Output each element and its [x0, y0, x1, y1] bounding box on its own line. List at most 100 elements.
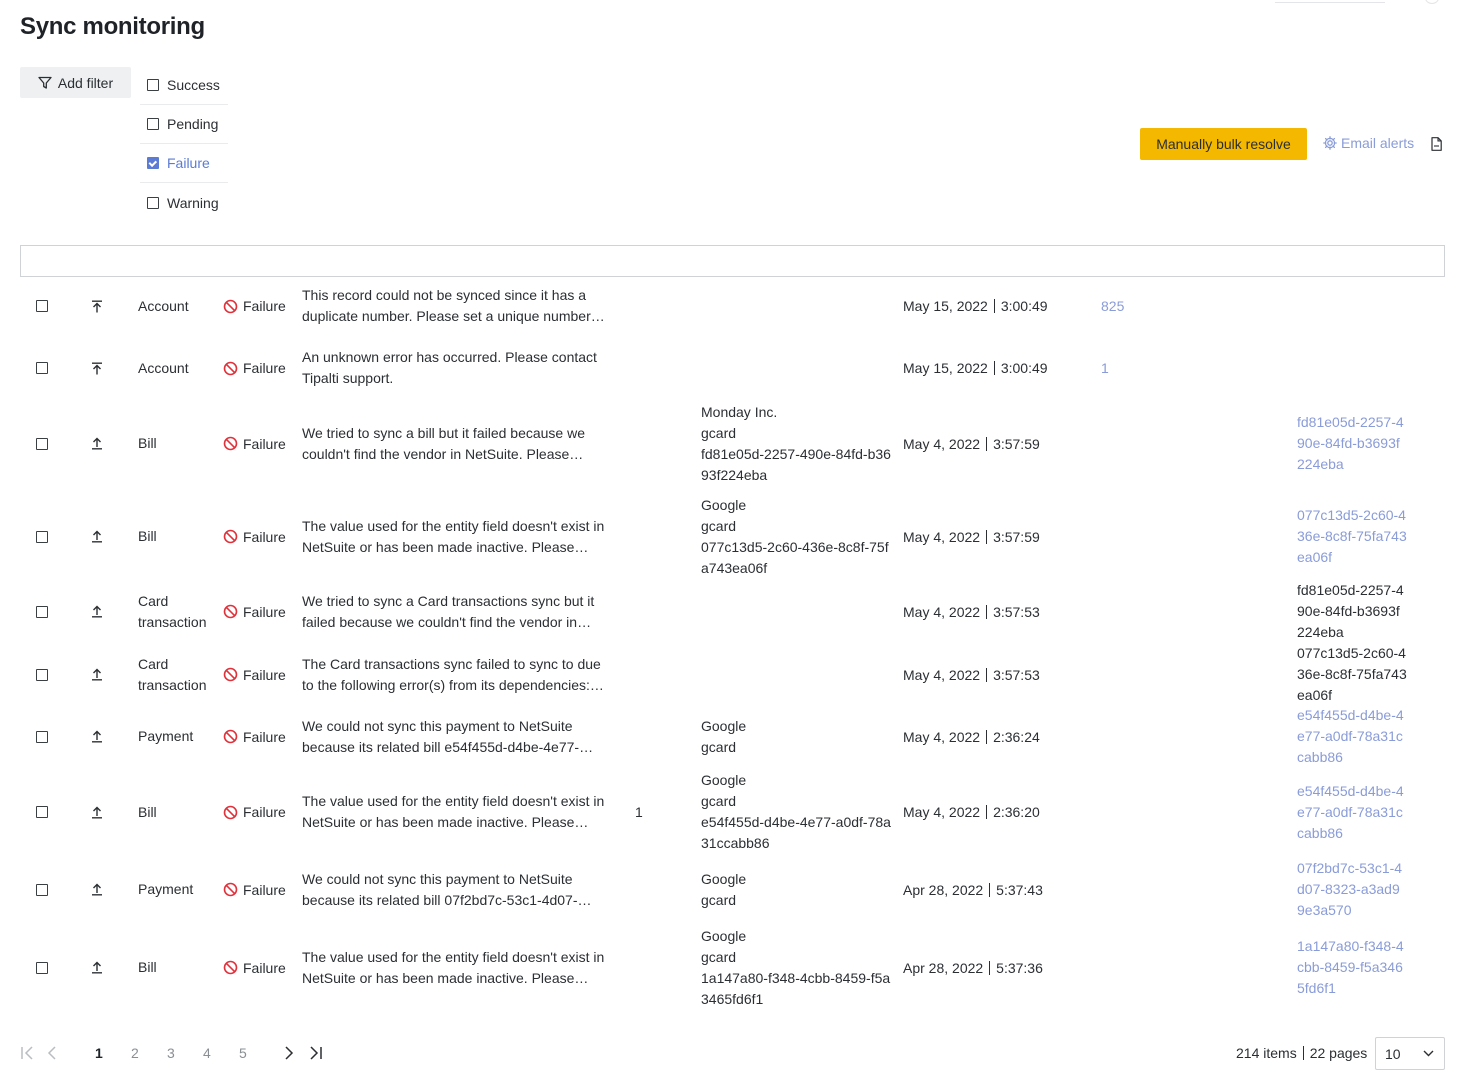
- email-alerts-label: Email alerts: [1341, 135, 1415, 151]
- table-row[interactable]: Bill Failure The value used for the entity…: [20, 767, 1445, 857]
- sync-timestamp: Apr 28, 2022 5:37:43: [903, 858, 1043, 921]
- sync-date: May 4, 2022: [903, 603, 981, 620]
- reference-link[interactable]: 077c13d5-2c60-436e-8c8f-75fa743ea06f: [1297, 490, 1407, 583]
- status-filter-label: Pending: [167, 116, 219, 132]
- reference-link[interactable]: e54f455d-d4be-4e77-a0df-78a31ccabb86: [1297, 705, 1407, 768]
- row-checkbox[interactable]: [36, 730, 48, 743]
- export-document-icon[interactable]: [1431, 137, 1442, 151]
- error-message[interactable]: The value used for the entity field does…: [302, 490, 612, 583]
- sync-time: 2:36:24: [993, 728, 1040, 745]
- direction-cell: [91, 858, 103, 921]
- email-alerts-link[interactable]: Email alerts: [1323, 135, 1414, 151]
- page-4[interactable]: 4: [203, 1045, 211, 1061]
- reference-link[interactable]: 07f2bd7c-53c1-4d07-8323-a3ad99e3a570: [1297, 858, 1407, 921]
- entity-line: gcard: [701, 891, 737, 908]
- entity-line: 1a147a80-f348-4cbb-8459-f5a3465fd6f1: [701, 969, 891, 1007]
- add-filter-button[interactable]: Add filter: [20, 67, 131, 98]
- first-page-icon[interactable]: [20, 1044, 36, 1062]
- entity-line: gcard: [701, 793, 737, 809]
- add-filter-label: Add filter: [57, 74, 114, 91]
- direction-cell: [91, 580, 103, 643]
- page-3[interactable]: 3: [167, 1045, 175, 1061]
- error-message[interactable]: This record could not be synced since it…: [302, 277, 612, 335]
- checkbox[interactable]: [147, 79, 159, 91]
- entity-cell: Google gcard e54f455d-d4be-4e77-a0df-78a31…: [701, 767, 891, 857]
- sync-date: May 4, 2022: [903, 435, 981, 452]
- reference-link[interactable]: 1a147a80-f348-4cbb-8459-f5a3465fd6f1: [1297, 920, 1407, 1015]
- entity-line: Google: [701, 496, 747, 513]
- error-message[interactable]: We tried to sync a bill but it failed be…: [302, 397, 612, 490]
- reference-link[interactable]: fd81e05d-2257-490e-84fd-b3693f224eba: [1297, 397, 1407, 490]
- row-checkbox[interactable]: [36, 961, 48, 974]
- status-filter-label: Failure: [167, 155, 210, 171]
- error-message[interactable]: The value used for the entity field does…: [302, 767, 612, 857]
- status-cell: Failure: [223, 705, 286, 768]
- table-row[interactable]: Account Failure This record could not be s…: [20, 277, 1445, 335]
- sync-date: Apr 28, 2022: [903, 959, 984, 976]
- status-filter-success[interactable]: Success: [140, 66, 228, 105]
- status-cell: Failure: [223, 858, 286, 921]
- direction-cell: [91, 339, 103, 397]
- sync-timestamp: Apr 28, 2022 5:37:36: [903, 920, 1043, 1015]
- row-checkbox[interactable]: [36, 668, 48, 681]
- upload-icon: [92, 530, 102, 543]
- row-checkbox[interactable]: [36, 806, 48, 818]
- record-id-link[interactable]: 825: [1101, 277, 1124, 335]
- page-title: Sync monitoring: [20, 13, 205, 40]
- page-5[interactable]: 5: [239, 1045, 247, 1061]
- manually-bulk-resolve-button[interactable]: Manually bulk resolve: [1140, 128, 1307, 160]
- status-filter-failure[interactable]: Failure: [140, 144, 228, 183]
- row-checkbox[interactable]: [36, 605, 48, 618]
- table-row[interactable]: Bill Failure The value used for the entity…: [20, 920, 1445, 1015]
- page-2[interactable]: 2: [131, 1045, 139, 1061]
- row-select-cell: [36, 397, 48, 490]
- entity-line: fd81e05d-2257-490e-84fd-b3693f224eba: [701, 445, 891, 483]
- row-checkbox[interactable]: [36, 362, 48, 374]
- entity-line: Google: [701, 870, 747, 887]
- failure-icon: [223, 436, 238, 451]
- avatar[interactable]: [1425, 0, 1439, 4]
- reference-link[interactable]: e54f455d-d4be-4e77-a0df-78a31ccabb86: [1297, 767, 1407, 857]
- page-size-value: 10: [1385, 1045, 1401, 1062]
- table-row[interactable]: Bill Failure We tried to sync a bill but i…: [20, 397, 1445, 490]
- status-label: Failure: [243, 603, 286, 620]
- error-message[interactable]: We could not sync this payment to NetSui…: [302, 858, 612, 921]
- row-checkbox[interactable]: [36, 883, 48, 896]
- page-size-select[interactable]: 10: [1375, 1037, 1445, 1070]
- sync-timestamp: May 4, 2022 2:36:24: [903, 705, 1040, 768]
- record-id-link[interactable]: 1: [1101, 339, 1109, 397]
- divider: [993, 361, 995, 375]
- error-message[interactable]: We could not sync this payment to NetSui…: [302, 705, 612, 768]
- checkbox[interactable]: [147, 157, 159, 169]
- error-message[interactable]: We tried to sync a Card transactions syn…: [302, 580, 612, 643]
- checkbox[interactable]: [147, 196, 159, 209]
- status-label: Failure: [243, 435, 286, 452]
- table-row[interactable]: Bill Failure The value used for the entity…: [20, 490, 1445, 583]
- next-page-icon[interactable]: [281, 1044, 297, 1062]
- row-checkbox[interactable]: [36, 530, 48, 543]
- table-row[interactable]: Payment Failure We could not sync this pay…: [20, 705, 1445, 768]
- row-checkbox[interactable]: [36, 437, 48, 450]
- status-filter-warning[interactable]: Warning: [140, 183, 228, 222]
- sync-time: 3:57:53: [993, 603, 1040, 620]
- row-checkbox[interactable]: [36, 300, 48, 312]
- entity-cell: Google gcard 077c13d5-2c60-436e-8c8f-75fa7…: [701, 490, 891, 583]
- page-1[interactable]: 1: [95, 1045, 103, 1061]
- previous-page-icon[interactable]: [44, 1044, 60, 1062]
- error-message[interactable]: The value used for the entity field does…: [302, 920, 612, 1015]
- table-row[interactable]: Account Failure An unknown error has occur…: [20, 339, 1445, 397]
- status-label: Failure: [243, 804, 286, 820]
- checkbox[interactable]: [147, 118, 159, 130]
- entity-cell: Google gcard 1a147a80-f348-4cbb-8459-f5a34…: [701, 920, 891, 1015]
- error-message[interactable]: The Card transactions sync failed to syn…: [302, 643, 612, 706]
- record-type: Account: [138, 359, 189, 376]
- last-page-icon[interactable]: [308, 1044, 324, 1062]
- table-row[interactable]: Card transaction Failure We tried to sync …: [20, 580, 1445, 643]
- table-row[interactable]: Card transaction Failure The Card transact…: [20, 643, 1445, 706]
- status-label: Failure: [243, 881, 286, 898]
- sync-timestamp: May 4, 2022 3:57:59: [903, 397, 1040, 490]
- error-message[interactable]: An unknown error has occurred. Please co…: [302, 339, 612, 397]
- status-filter-pending[interactable]: Pending: [140, 105, 228, 144]
- table-row[interactable]: Payment Failure We could not sync this pay…: [20, 858, 1445, 921]
- failure-icon: [223, 882, 238, 897]
